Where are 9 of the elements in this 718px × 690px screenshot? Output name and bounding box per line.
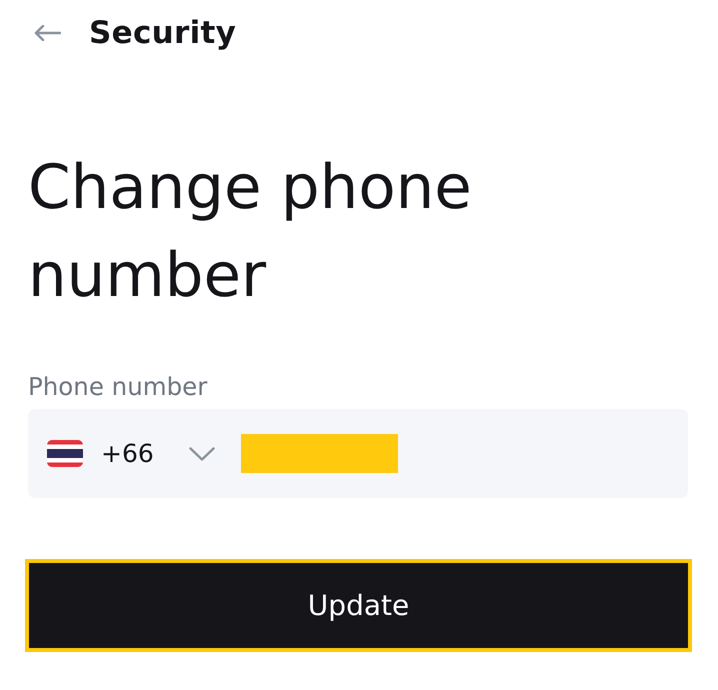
back-arrow-icon[interactable] [34,25,61,41]
page-title: Security [89,15,236,51]
phone-input-field[interactable]: +66 [28,409,688,498]
field-label: Phone number [28,372,208,402]
country-code[interactable]: +66 [101,439,171,468]
flag-icon [47,440,83,467]
chevron-down-icon[interactable] [189,446,215,460]
update-button[interactable]: Update [25,559,692,652]
heading: Change phone number [28,151,473,313]
